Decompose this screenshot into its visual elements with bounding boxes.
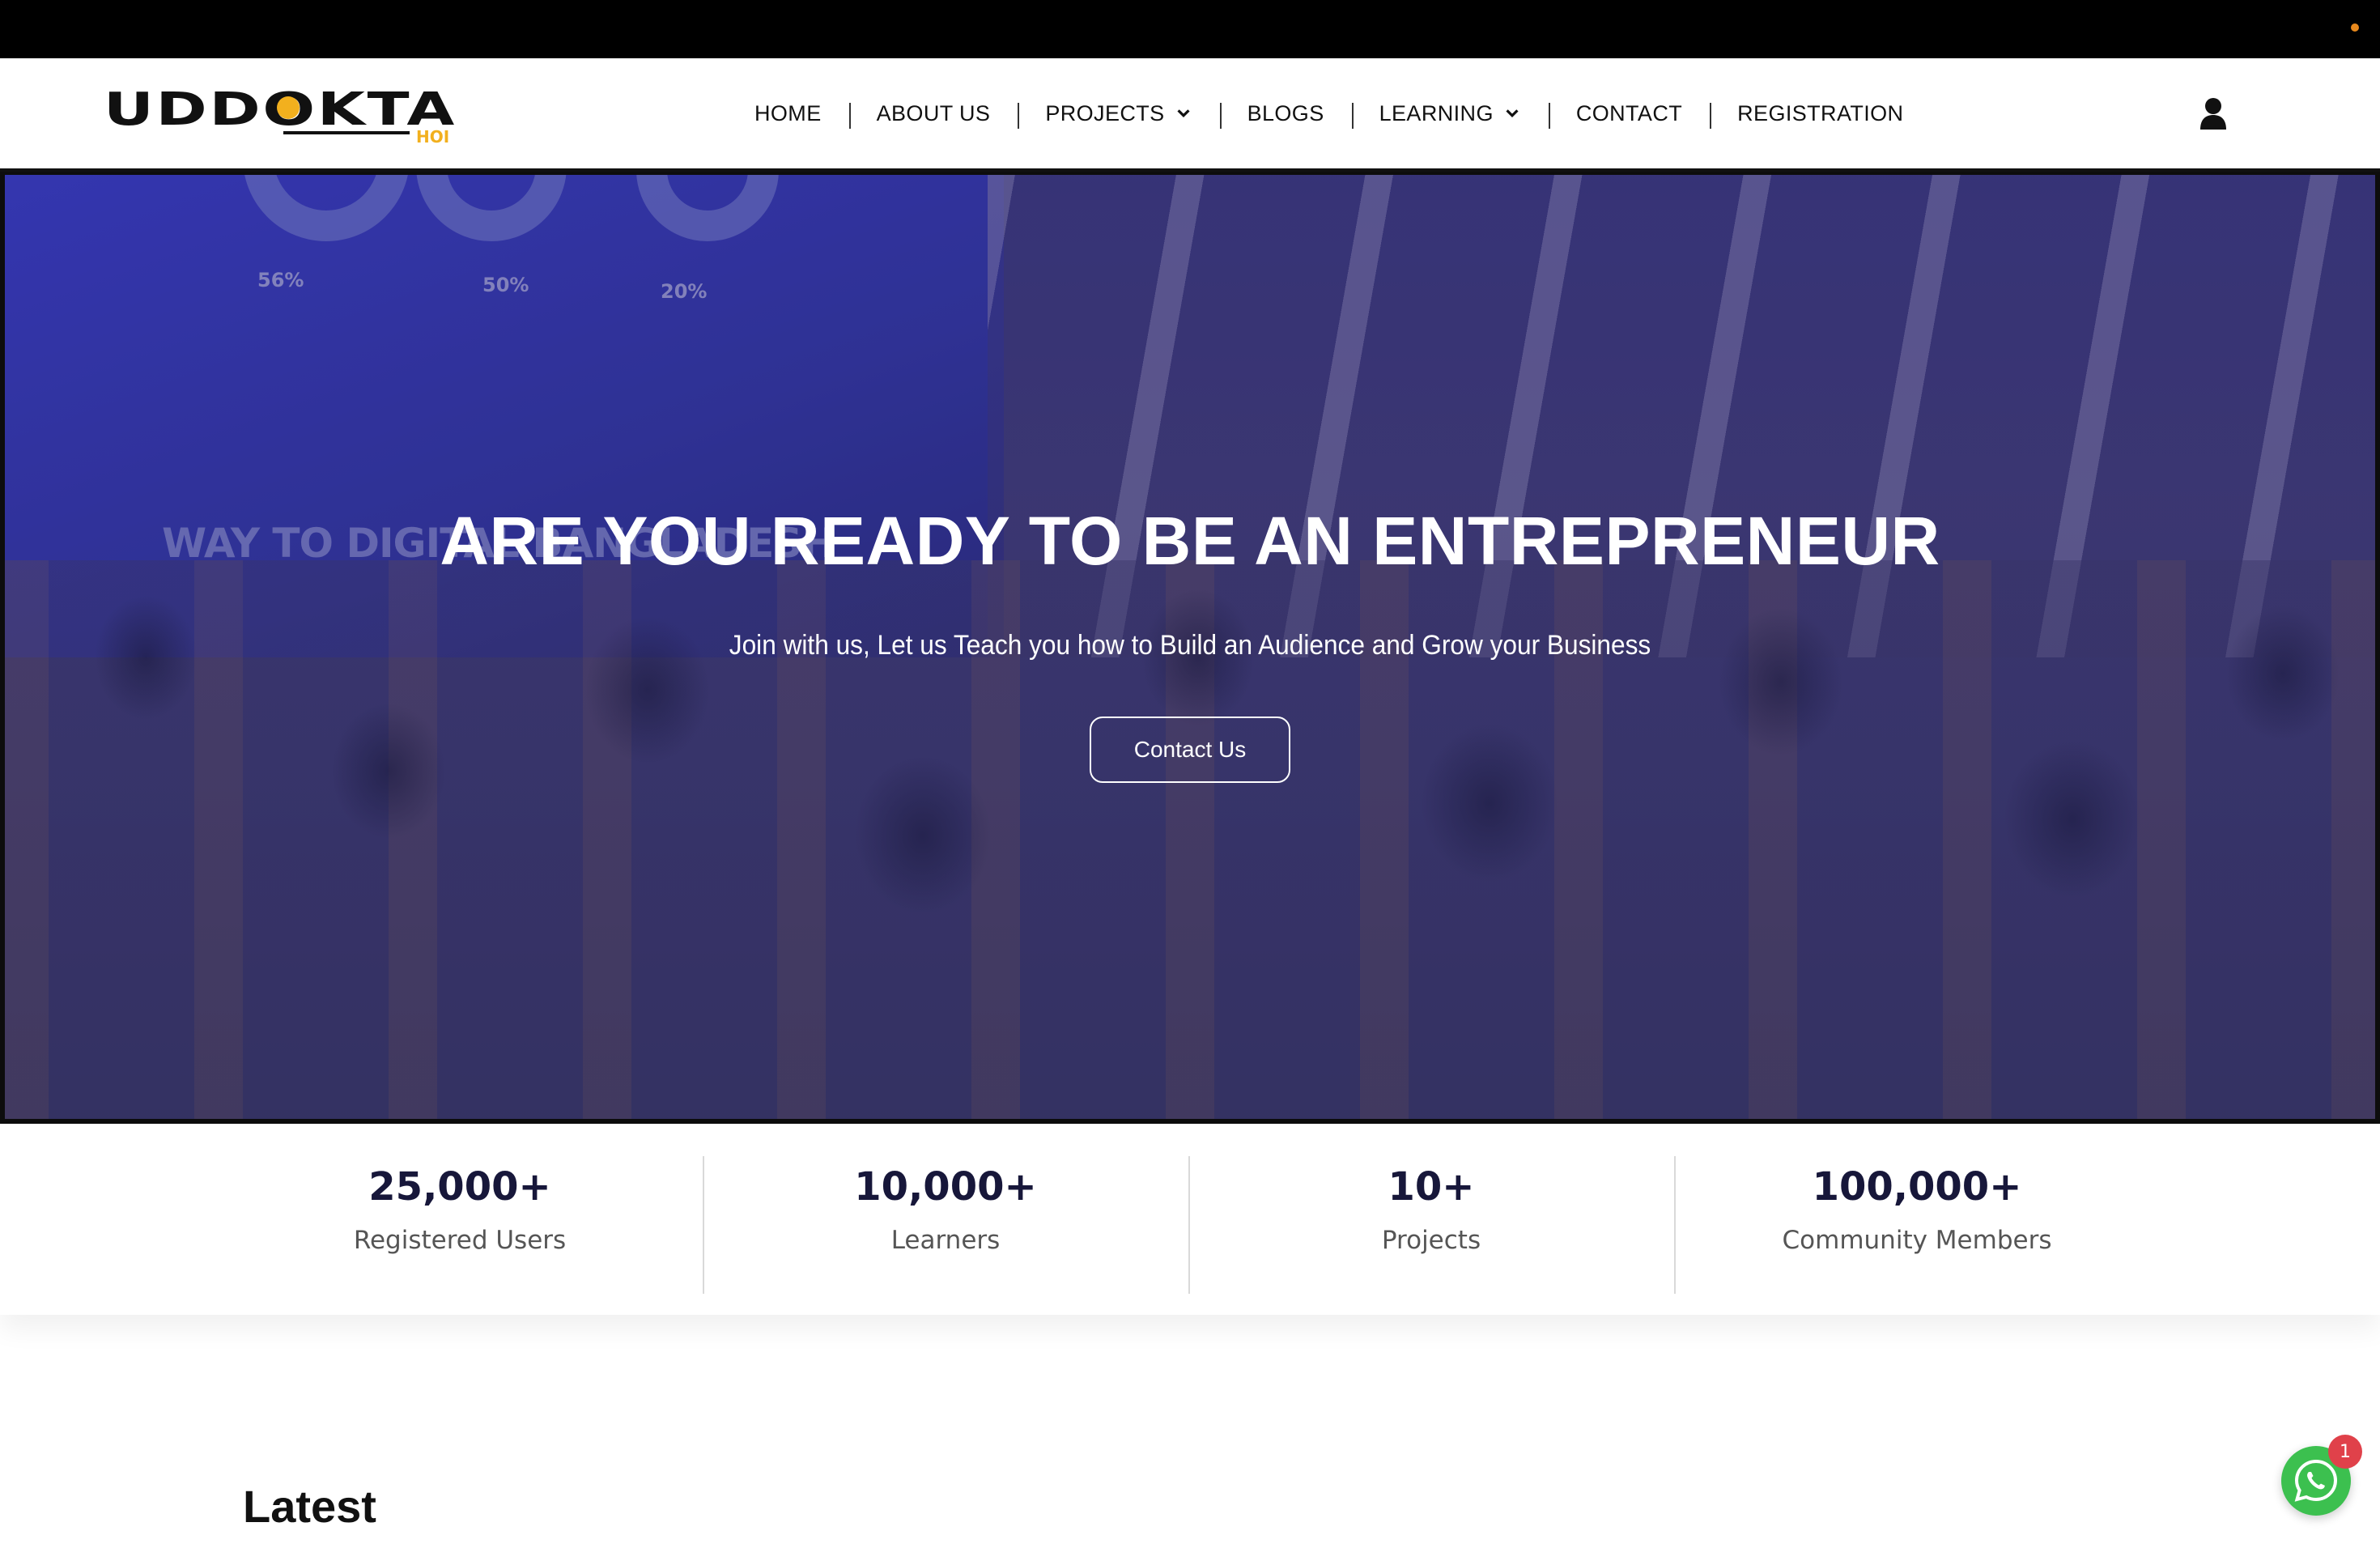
stat-registered-users: 25,000+ Registered Users [217, 1124, 703, 1315]
user-account-icon[interactable] [2199, 97, 2228, 130]
nav-contact-label: CONTACT [1575, 100, 1683, 125]
stat-label: Registered Users [353, 1226, 567, 1255]
site-header: UDDOKTA HOI HOME ABOUT US PROJECTS BLOGS… [0, 58, 2380, 172]
nav-home[interactable]: HOME [727, 101, 849, 126]
stat-community-members: 100,000+ Community Members [1674, 1124, 2160, 1315]
main-nav: HOME ABOUT US PROJECTS BLOGS LEARNING CO… [727, 58, 1931, 168]
stat-value: 10+ [1388, 1164, 1475, 1210]
stat-value: 25,000+ [368, 1164, 551, 1210]
stat-value: 100,000+ [1812, 1164, 2022, 1210]
stat-label: Community Members [1782, 1226, 2052, 1255]
nav-registration[interactable]: REGISTRATION [1710, 100, 1931, 129]
stat-value: 10,000+ [854, 1164, 1037, 1210]
stats-bar: 25,000+ Registered Users 10,000+ Learner… [0, 1124, 2380, 1315]
stat-learners: 10,000+ Learners [703, 1124, 1188, 1315]
nav-learning[interactable]: LEARNING [1351, 100, 1549, 129]
latest-heading: Latest [243, 1481, 376, 1532]
stat-label: Projects [1381, 1226, 1481, 1255]
notification-badge: 1 [2328, 1435, 2362, 1469]
nav-registration-label: REGISTRATION [1737, 100, 1904, 125]
top-bar [0, 0, 2380, 58]
hero-title: ARE YOU READY TO BE AN ENTREPRENEUR [440, 503, 1940, 579]
contact-us-button[interactable]: Contact Us [1090, 717, 1290, 783]
nav-blogs[interactable]: BLOGS [1219, 100, 1352, 129]
hero-subtitle: Join with us, Let us Teach you how to Bu… [729, 630, 1651, 661]
stat-projects: 10+ Projects [1188, 1124, 1674, 1315]
chevron-down-icon [1506, 109, 1519, 118]
svg-text:HOI: HOI [416, 127, 449, 144]
nav-learning-label: LEARNING [1379, 100, 1494, 125]
uddokta-logo[interactable]: UDDOKTA HOI [104, 86, 468, 144]
nav-about-label: ABOUT US [876, 100, 991, 125]
nav-about-us[interactable]: ABOUT US [848, 100, 1018, 129]
nav-home-label: HOME [754, 100, 822, 125]
nav-projects[interactable]: PROJECTS [1018, 100, 1219, 129]
stat-label: Learners [890, 1226, 1001, 1255]
nav-projects-label: PROJECTS [1045, 100, 1165, 125]
status-dot [2351, 23, 2359, 32]
nav-blogs-label: BLOGS [1247, 100, 1324, 125]
nav-contact[interactable]: CONTACT [1548, 100, 1710, 129]
chevron-down-icon [1177, 109, 1190, 118]
